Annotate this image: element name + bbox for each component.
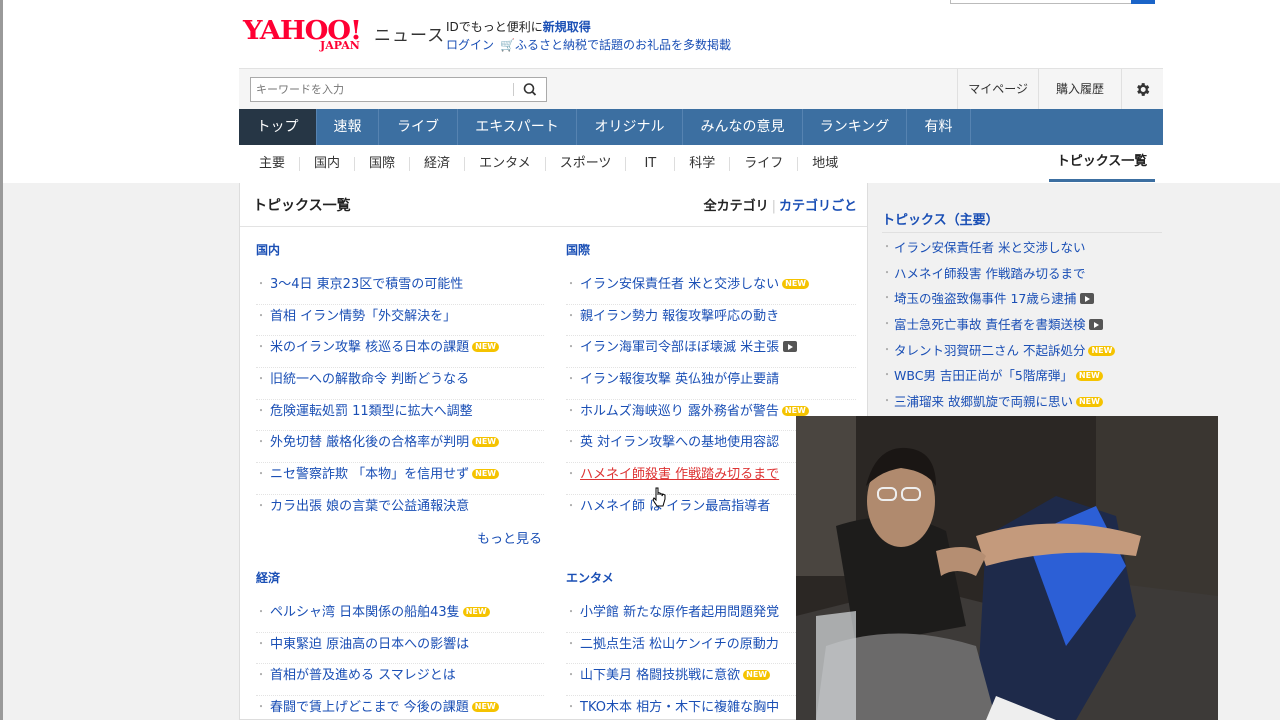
cat-economy[interactable]: 経済 (409, 156, 464, 171)
cat-life[interactable]: ライフ (729, 156, 797, 171)
new-badge: NEW (743, 670, 771, 681)
cat-sports[interactable]: スポーツ (544, 156, 626, 171)
video-icon (783, 341, 798, 353)
list-item[interactable]: イラン海軍司令部ほぼ壊滅 米主張 (566, 336, 856, 369)
cat-domestic[interactable]: 国内 (299, 156, 354, 171)
list-item[interactable]: ニセ警察詐欺 「本物」を信用せずNEW (256, 463, 544, 495)
search-input[interactable] (251, 78, 513, 101)
webcam-person-image (796, 416, 1218, 720)
nav-expert[interactable]: エキスパート (458, 109, 577, 145)
topics-list-panel: トピックス一覧 全カテゴリ|カテゴリごと 国内 3～4日 東京23区で積雪の可能… (239, 183, 868, 720)
sidebar-heading[interactable]: トピックス（主要） (882, 209, 999, 228)
list-item[interactable]: 中東緊迫 原油高の日本への影響は (256, 633, 544, 665)
new-badge: NEW (472, 437, 500, 448)
yahoo-news-logo[interactable]: YAHOO! JAPAN ニュース (243, 17, 444, 52)
logo-japan: JAPAN (320, 39, 360, 52)
search-icon (523, 83, 537, 96)
list-item[interactable]: イラン報復攻撃 英仏独が停止要請 (566, 368, 856, 400)
list-item[interactable]: 富士急死亡事故 責任者を書類送検 (882, 313, 1162, 339)
more-link-domestic[interactable]: もっと見る (477, 528, 542, 547)
nav-original[interactable]: オリジナル (577, 109, 683, 145)
signup-link[interactable]: 新規取得 (543, 20, 591, 34)
purchase-history-link[interactable]: 購入履歴 (1037, 69, 1121, 110)
login-link[interactable]: ログイン (446, 38, 494, 52)
new-badge: NEW (472, 469, 500, 480)
list-item[interactable]: カラ出張 娘の言葉で公益通報決意 (256, 495, 544, 527)
mypage-link[interactable]: マイページ (957, 69, 1038, 110)
section-heading[interactable]: 国内 (256, 241, 544, 261)
nav-breaking[interactable]: 速報 (317, 109, 379, 145)
video-icon (1080, 293, 1095, 305)
search-box (250, 77, 547, 102)
cat-entertainment[interactable]: エンタメ (464, 156, 545, 171)
video-icon (1089, 319, 1104, 331)
list-item[interactable]: タレント羽賀研二さん 不起訴処分NEW (882, 339, 1162, 365)
section-domestic: 国内 3～4日 東京23区で積雪の可能性 首相 イラン情勢「外交解決を」 米のイ… (256, 241, 544, 527)
list-item[interactable]: イラン安保責任者 米と交渉しない (882, 236, 1162, 262)
list-item[interactable]: 首相が普及進める スマレジとは (256, 664, 544, 697)
new-badge: NEW (781, 405, 809, 416)
category-nav: 主要 国内 国際 経済 エンタメ スポーツ IT 科学 ライフ 地域 トピックス… (239, 145, 1163, 182)
section-heading[interactable]: 経済 (256, 569, 544, 589)
furusato-link[interactable]: ふるさと納税で話題のお礼品を多数掲載 (515, 38, 731, 52)
list-item[interactable]: 親イラン勢力 報復攻撃呼応の動き (566, 305, 856, 337)
list-item[interactable]: 三浦瑠来 故郷凱旋で両親に思いNEW (882, 390, 1162, 416)
browser-top-search (950, 0, 1155, 4)
service-name: ニュース (374, 26, 446, 46)
list-item[interactable]: 埼玉の強盗致傷事件 17歳ら逮捕 (882, 287, 1162, 313)
list-item[interactable]: 危険運転処罰 11類型に拡大へ調整 (256, 400, 544, 432)
mouse-cursor (652, 487, 666, 511)
nav-live[interactable]: ライブ (379, 109, 458, 145)
list-item[interactable]: 米のイラン攻撃 核巡る日本の課題NEW (256, 336, 544, 369)
id-promo-text: IDでもっと便利に (446, 20, 543, 34)
list-item[interactable]: ハメネイ師殺害 作戦踏み切るまで (882, 262, 1162, 288)
cat-science[interactable]: 科学 (674, 156, 729, 171)
cat-region[interactable]: 地域 (797, 156, 852, 171)
search-button[interactable] (514, 78, 546, 101)
new-badge: NEW (472, 342, 500, 353)
cat-main[interactable]: 主要 (239, 156, 299, 171)
gear-icon (1137, 83, 1150, 96)
window-edge (0, 0, 3, 720)
header-links: IDでもっと便利に新規取得 ログイン 🛒ふるさと納税で話題のお礼品を多数掲載 (446, 18, 731, 54)
list-item[interactable]: ペルシャ湾 日本関係の船舶43隻NEW (256, 601, 544, 633)
list-item[interactable]: 春闘で賃上げどこまで 今後の課題NEW (256, 696, 544, 720)
by-category-tab[interactable]: カテゴリごと (779, 199, 857, 214)
cat-it[interactable]: IT (625, 156, 674, 171)
nav-paid[interactable]: 有料 (907, 109, 971, 145)
settings-button[interactable] (1121, 69, 1163, 110)
list-item[interactable]: 3～4日 東京23区で積雪の可能性 (256, 273, 544, 305)
main-nav: トップ 速報 ライブ エキスパート オリジナル みんなの意見 ランキング 有料 (239, 109, 1163, 145)
list-item[interactable]: WBC男 吉田正尚が「5階席弾」NEW (882, 364, 1162, 390)
webcam-overlay (796, 416, 1218, 720)
list-item[interactable]: イラン安保責任者 米と交渉しないNEW (566, 273, 856, 305)
cart-icon: 🛒 (500, 38, 515, 52)
cat-world[interactable]: 国際 (354, 156, 409, 171)
all-category-tab[interactable]: 全カテゴリ (704, 199, 769, 214)
utility-bar: マイページ 購入履歴 (239, 68, 1163, 110)
list-item[interactable]: 旧統一への解散命令 判断どうなる (256, 368, 544, 400)
new-badge: NEW (1075, 371, 1103, 382)
new-badge: NEW (471, 702, 499, 713)
section-economy: 経済 ペルシャ湾 日本関係の船舶43隻NEW 中東緊迫 原油高の日本への影響は … (256, 569, 544, 720)
section-heading[interactable]: 国際 (566, 241, 856, 261)
new-badge: NEW (462, 607, 490, 617)
new-badge: NEW (1088, 345, 1116, 356)
page-title: トピックス一覧 (253, 198, 351, 214)
nav-top[interactable]: トップ (239, 109, 317, 145)
panel-header: トピックス一覧 全カテゴリ | カテゴリごと (240, 183, 867, 227)
new-badge: NEW (1075, 397, 1103, 408)
nav-ranking[interactable]: ランキング (803, 109, 907, 145)
new-badge: NEW (782, 279, 810, 289)
cat-topics-list[interactable]: トピックス一覧 (1049, 145, 1155, 182)
list-item[interactable]: 首相 イラン情勢「外交解決を」 (256, 305, 544, 337)
nav-opinions[interactable]: みんなの意見 (683, 109, 803, 145)
list-item[interactable]: 外免切替 厳格化後の合格率が判明NEW (256, 431, 544, 464)
